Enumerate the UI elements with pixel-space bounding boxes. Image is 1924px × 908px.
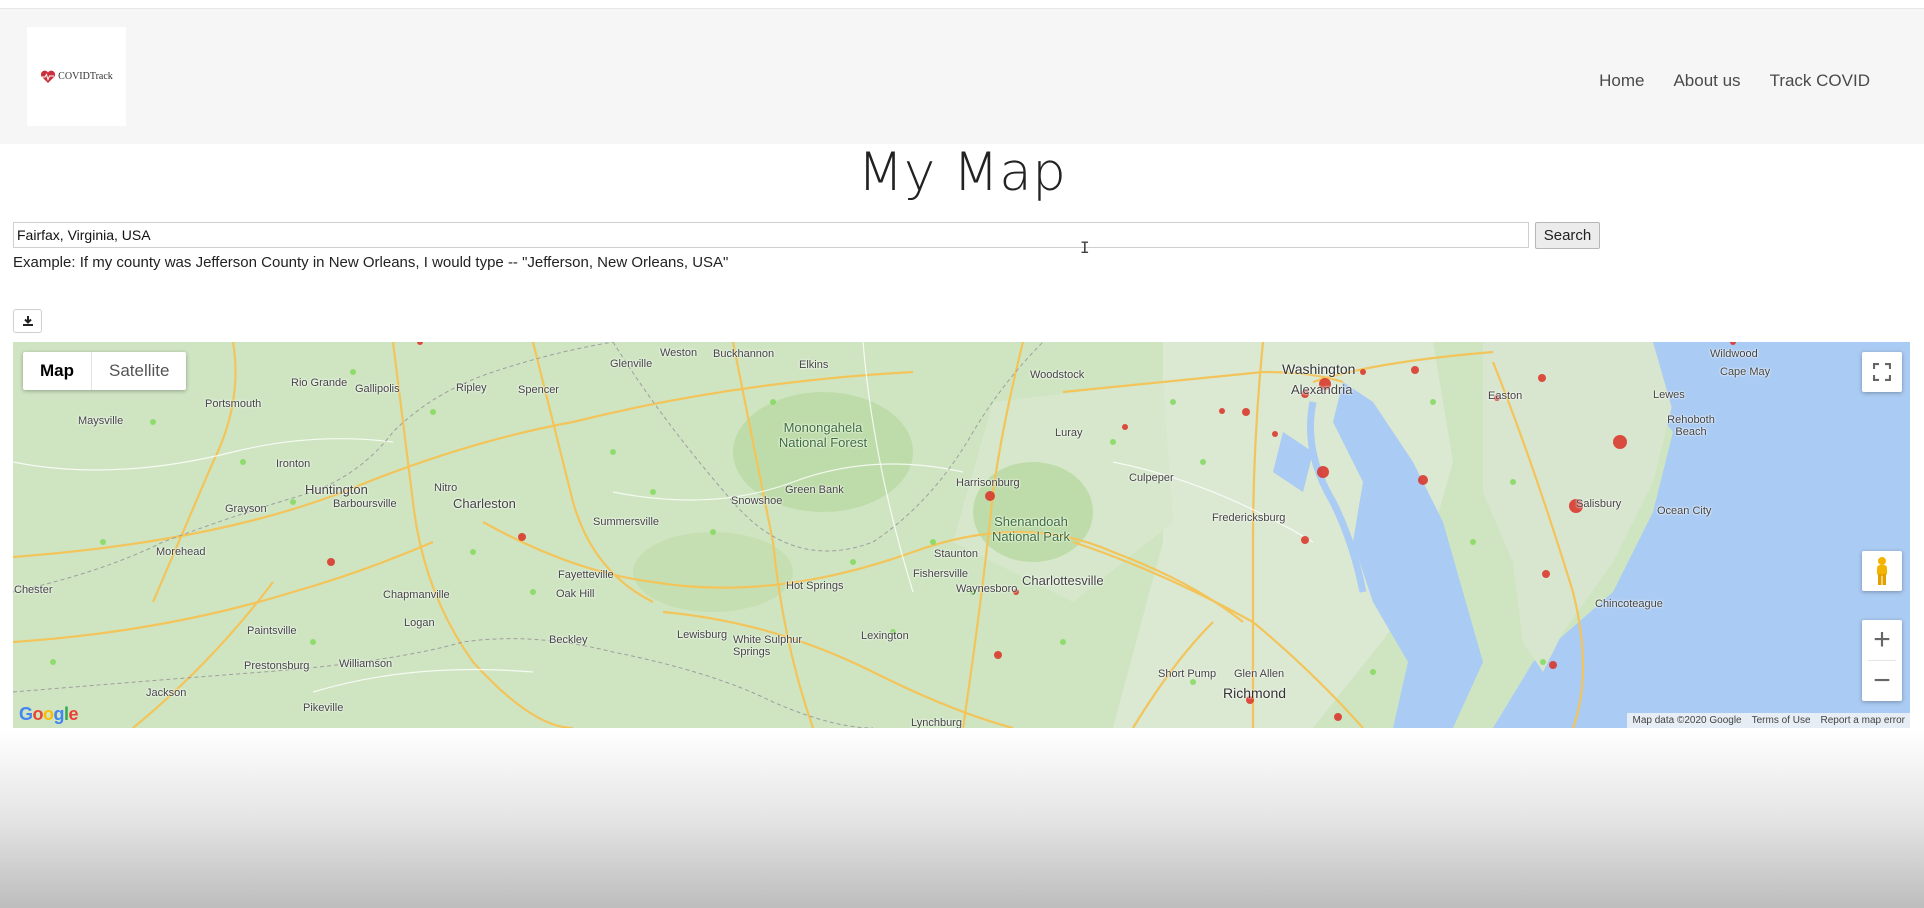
place-label: Ironton: [276, 458, 311, 470]
place-label: Easton: [1488, 390, 1523, 402]
place-label: Chapmanville: [383, 589, 450, 601]
place-label: Glenville: [610, 358, 653, 370]
location-search-input[interactable]: [13, 222, 1529, 248]
place-label: Huntington: [305, 482, 368, 497]
place-label: Shenandoah National Park: [991, 514, 1071, 544]
place-label: Beckley: [549, 634, 588, 646]
place-label: Nitro: [434, 482, 458, 494]
place-label: Pikeville: [303, 702, 344, 714]
pegman-icon: [1877, 557, 1887, 585]
place-label: Maysville: [78, 415, 124, 427]
place-label: Short Pump: [1158, 668, 1217, 680]
zoom-out-button[interactable]: −: [1862, 661, 1902, 701]
place-label: Fredericksburg: [1212, 512, 1286, 524]
place-label: Woodstock: [1030, 369, 1085, 381]
place-label: Paintsville: [247, 625, 297, 637]
nav-home-link[interactable]: Home: [1599, 71, 1644, 91]
place-label: Grayson: [225, 503, 267, 515]
place-label: Luray: [1055, 427, 1083, 439]
place-label: Charlottesville: [1022, 573, 1104, 588]
place-label: Morehead: [156, 546, 206, 558]
map-data-credit: Map data ©2020 Google: [1632, 715, 1742, 726]
place-label: Oak Hill: [556, 588, 595, 600]
download-button[interactable]: [13, 309, 42, 333]
place-label: Lexington: [861, 630, 909, 642]
place-label: Hot Springs: [786, 580, 844, 592]
text-cursor-icon: I: [1080, 238, 1090, 257]
place-label: Green Bank: [785, 484, 844, 496]
logo[interactable]: COVIDTrack: [27, 27, 126, 126]
place-label: Fishersville: [913, 568, 969, 580]
place-label: Waynesboro: [956, 583, 1018, 595]
place-label: Cape May: [1720, 366, 1771, 378]
nav-links: Home About us Track COVID: [1599, 71, 1870, 91]
place-label: Salisbury: [1576, 498, 1622, 510]
fullscreen-button[interactable]: [1862, 352, 1902, 392]
place-label: Chester: [14, 584, 53, 596]
place-label: Alexandria: [1291, 382, 1353, 397]
page-title: My Map: [857, 142, 1067, 203]
street-view-pegman[interactable]: [1862, 551, 1902, 591]
place-label: Lynchburg: [911, 717, 962, 728]
place-label: Ocean City: [1657, 505, 1712, 517]
place-label: Lewes: [1653, 389, 1685, 401]
place-label: Gallipolis: [355, 383, 400, 395]
place-label: Elkins: [799, 359, 829, 371]
place-label: Rehoboth Beach: [1667, 414, 1715, 438]
place-label: Ripley: [456, 382, 487, 394]
place-label: Richmond: [1223, 685, 1287, 701]
place-label: Rio Grande: [291, 377, 348, 389]
map-type-map-button[interactable]: Map: [23, 352, 91, 390]
search-hint: Example: If my county was Jefferson Coun…: [13, 254, 729, 271]
place-label: Jackson: [146, 687, 187, 699]
place-label: White Sulphur Springs: [733, 634, 803, 658]
place-label: Summersville: [593, 516, 660, 528]
map-type-control: Map Satellite: [23, 352, 187, 390]
report-map-error-link[interactable]: Report a map error: [1816, 713, 1910, 728]
place-label: Prestonsburg: [244, 660, 310, 672]
nav-about-link[interactable]: About us: [1673, 71, 1740, 91]
place-label: Harrisonburg: [956, 477, 1020, 489]
search-button[interactable]: Search: [1535, 222, 1600, 249]
place-label: Culpeper: [1129, 472, 1174, 484]
place-label: Spencer: [518, 384, 559, 396]
place-label: Buckhannon: [713, 348, 775, 360]
top-border: [0, 0, 1924, 9]
nav-track-covid-link[interactable]: Track COVID: [1770, 71, 1870, 91]
logo-text: COVIDTrack: [58, 71, 113, 82]
place-label: Washington: [1282, 361, 1356, 377]
zoom-in-button[interactable]: +: [1862, 620, 1902, 660]
place-label: Charleston: [453, 496, 516, 511]
download-icon: [22, 316, 33, 326]
place-label: Lewisburg: [677, 629, 728, 641]
place-label: Logan: [404, 617, 435, 629]
google-map[interactable]: Washington Alexandria Maysville Portsmou…: [13, 342, 1910, 728]
map-attribution: Map data ©2020 Google Terms of Use Repor…: [1627, 713, 1910, 728]
place-label: Barboursville: [333, 498, 397, 510]
place-label: Staunton: [934, 548, 979, 560]
navbar: COVIDTrack Home About us Track COVID: [0, 9, 1924, 144]
zoom-control: + −: [1862, 620, 1902, 701]
place-label: Portsmouth: [205, 398, 262, 410]
place-label: Williamson: [339, 658, 393, 670]
place-label: Chincoteague: [1595, 598, 1663, 610]
map-type-satellite-button[interactable]: Satellite: [91, 352, 186, 390]
place-label: Weston: [660, 347, 698, 359]
heart-logo-icon: [41, 70, 56, 83]
google-logo[interactable]: Google: [19, 704, 79, 725]
place-label: Fayetteville: [558, 569, 614, 581]
place-label: Glen Allen: [1234, 668, 1285, 680]
terms-of-use-link[interactable]: Terms of Use: [1747, 713, 1816, 728]
place-label: Wildwood: [1710, 348, 1758, 360]
place-label: Snowshoe: [731, 495, 783, 507]
fullscreen-icon: [1873, 363, 1891, 381]
place-label: Monongahela National Forest: [778, 420, 868, 450]
